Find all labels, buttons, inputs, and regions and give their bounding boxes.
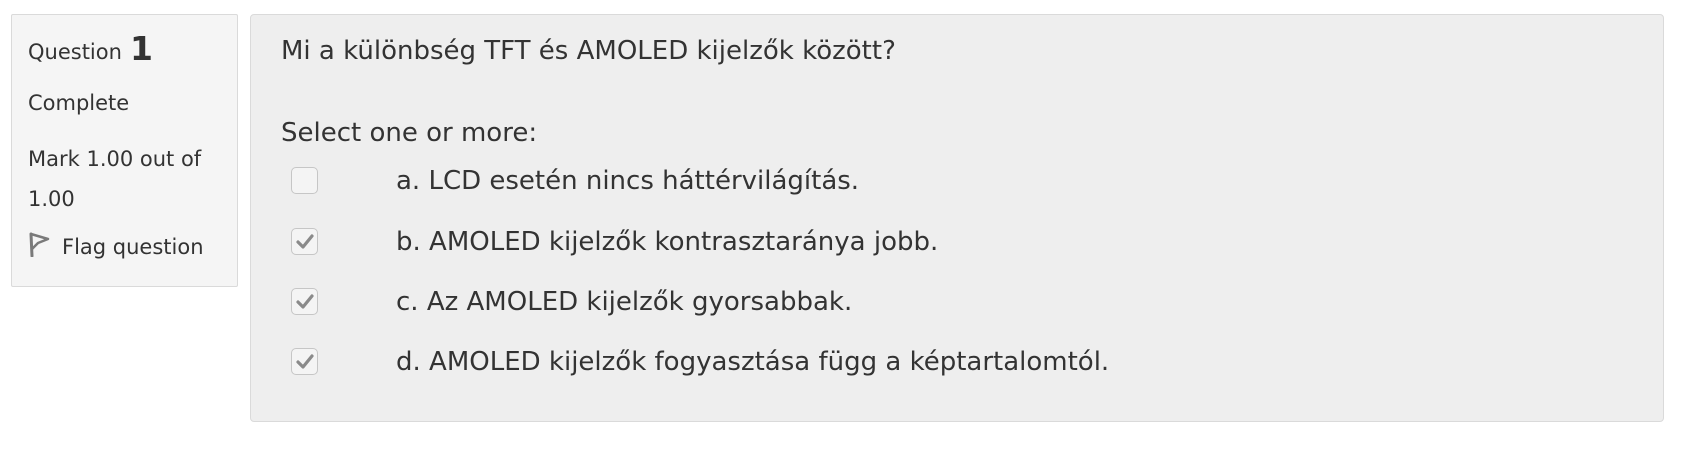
answer-option-label[interactable]: d. AMOLED kijelzők fogyasztása függ a ké… [396, 342, 1109, 382]
answer-checkbox-d[interactable] [291, 348, 318, 375]
quiz-question: Question 1 Complete Mark 1.00 out of 1.0… [0, 0, 1682, 450]
answer-option-label[interactable]: a. LCD esetén nincs háttérvilágítás. [396, 161, 859, 201]
question-state: Complete [28, 91, 130, 115]
question-info-panel: Question 1 Complete Mark 1.00 out of 1.0… [11, 14, 238, 287]
checkmark-icon [295, 353, 314, 369]
question-content: Mi a különbség TFT és AMOLED kijelzők kö… [250, 14, 1664, 422]
answer-checkbox-c[interactable] [291, 288, 318, 315]
flag-question-button[interactable]: Flag question [28, 231, 237, 262]
answer-option-c[interactable]: c. Az AMOLED kijelzők gyorsabbak. [281, 282, 1663, 342]
flag-icon [28, 231, 62, 262]
answer-option-label[interactable]: c. Az AMOLED kijelzők gyorsabbak. [396, 282, 852, 322]
answer-checkbox-a[interactable] [291, 167, 318, 194]
answer-prompt: Select one or more: [281, 118, 538, 148]
answer-option-b[interactable]: b. AMOLED kijelzők kontrasztaránya jobb. [281, 222, 1663, 282]
checkmark-icon [295, 293, 314, 309]
question-number: Question 1 [28, 29, 237, 68]
answer-option-d[interactable]: d. AMOLED kijelzők fogyasztása függ a ké… [281, 342, 1663, 402]
answer-list: a. LCD esetén nincs háttérvilágítás. b. … [281, 161, 1663, 402]
answer-checkbox-b[interactable] [291, 228, 318, 255]
answer-option-label[interactable]: b. AMOLED kijelzők kontrasztaránya jobb. [396, 222, 938, 262]
question-text: Mi a különbség TFT és AMOLED kijelzők kö… [281, 36, 896, 66]
question-label: Question [28, 40, 122, 64]
answer-option-a[interactable]: a. LCD esetén nincs háttérvilágítás. [281, 161, 1663, 222]
checkmark-icon [295, 233, 314, 249]
question-grade: Mark 1.00 out of 1.00 [28, 147, 202, 211]
flag-question-label: Flag question [62, 234, 204, 259]
question-number-value: 1 [129, 29, 153, 68]
